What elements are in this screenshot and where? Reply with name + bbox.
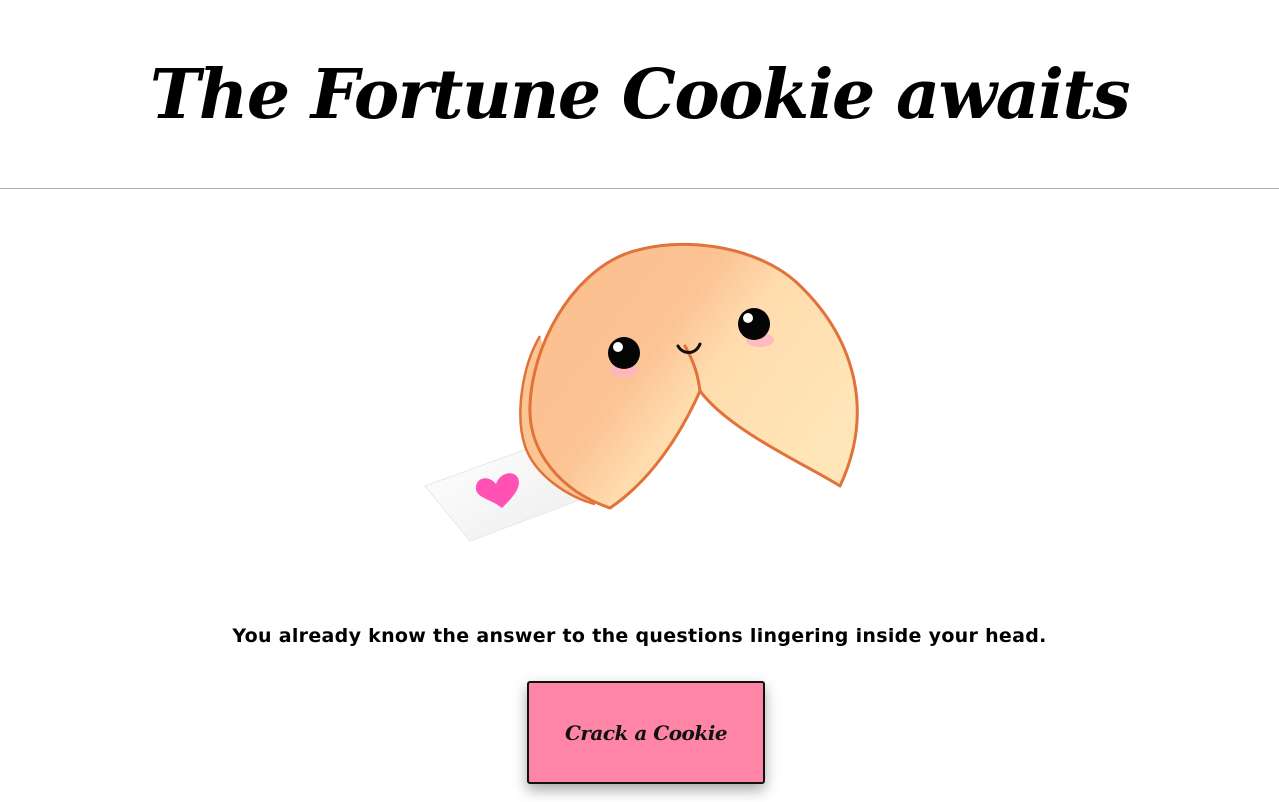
fortune-text: You already know the answer to the quest… xyxy=(232,625,1047,647)
crack-cookie-button[interactable]: Crack a Cookie xyxy=(527,681,765,784)
cookie-body xyxy=(519,242,859,510)
fortune-cookie-icon xyxy=(424,242,859,542)
page-header: The Fortune Cookie awaits xyxy=(0,0,1279,189)
page-title: The Fortune Cookie awaits xyxy=(149,55,1131,135)
